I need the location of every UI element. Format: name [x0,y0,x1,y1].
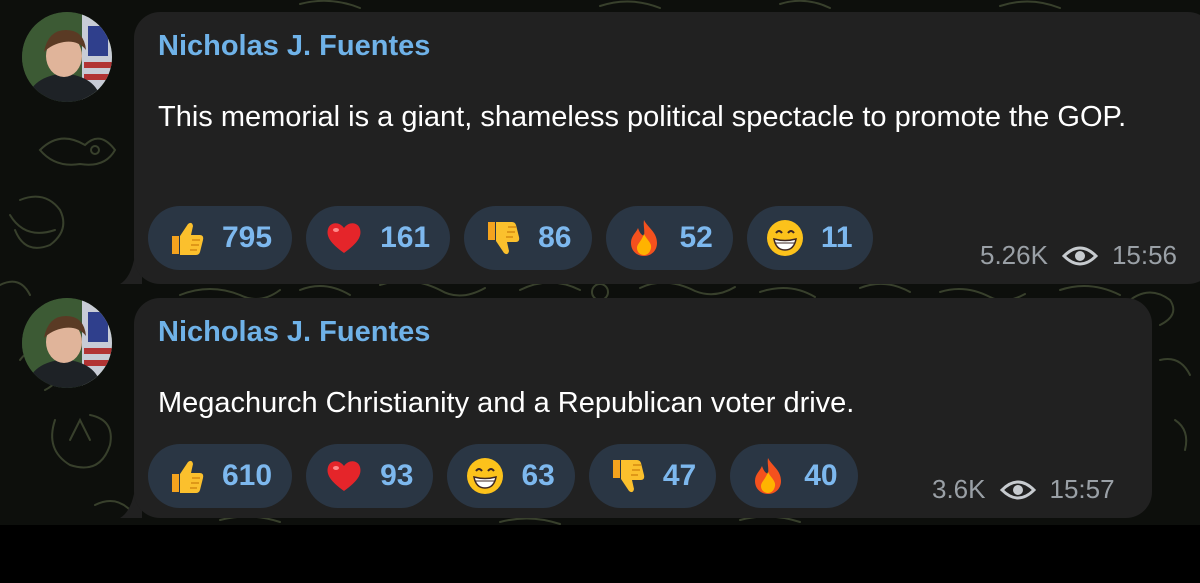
reaction-thumbs-down[interactable]: 47 [588,444,717,508]
reaction-fire[interactable]: 52 [605,206,733,270]
reaction-count: 40 [804,459,838,492]
message-time: 15:57 [1049,474,1115,504]
chat-area[interactable]: Nicholas J. Fuentes This memorial is a g… [0,0,1200,525]
fire-icon [748,456,788,496]
reaction-fire[interactable]: 40 [730,444,858,508]
sender-photo-icon [22,12,112,102]
reaction-count: 52 [679,221,713,254]
sender-name[interactable]: Nicholas J. Fuentes [158,30,430,63]
reactions-bar: 610 93 63 47 40 [148,444,858,508]
reaction-count: 11 [820,221,853,254]
message-bubble[interactable]: Nicholas J. Fuentes This memorial is a g… [134,12,1200,284]
reactions-bar: 795 161 86 52 11 [148,206,873,270]
message-text: Megachurch Christianity and a Republican… [158,387,855,419]
view-count: 3.6K [932,474,986,504]
eye-icon [1061,244,1098,268]
heart-icon [324,218,364,258]
sender-photo-icon [22,298,112,388]
reaction-count: 86 [538,221,572,254]
reaction-count: 93 [380,459,414,492]
sender-avatar[interactable] [22,298,112,388]
message-time: 15:56 [1111,240,1178,270]
grinning-face-icon [465,456,505,496]
reaction-count: 47 [662,459,697,492]
thumbs-down-icon [607,456,647,496]
message-text: This memorial is a giant, shameless poli… [158,101,1127,133]
reaction-heart[interactable]: 93 [306,444,434,508]
eye-icon [999,478,1036,502]
reaction-count: 63 [521,459,555,492]
thumbs-down-icon [482,218,522,258]
reaction-count: 610 [222,459,273,492]
reaction-thumbs-down[interactable]: 86 [464,206,592,270]
reaction-grinning[interactable]: 11 [746,206,873,270]
reaction-thumbs-up[interactable]: 795 [148,206,293,270]
message-bubble[interactable]: Nicholas J. Fuentes Megachurch Christian… [134,298,1152,518]
reaction-heart[interactable]: 161 [306,206,451,270]
reaction-grinning[interactable]: 63 [447,444,575,508]
fire-icon [624,218,664,258]
sender-name[interactable]: Nicholas J. Fuentes [158,316,430,349]
view-count: 5.26K [980,240,1048,270]
message-meta: 3.6K 15:57 [932,474,1115,505]
heart-icon [324,456,364,496]
message-meta: 5.26K 15:56 [980,240,1177,271]
grinning-face-icon [765,218,805,258]
reaction-count: 795 [222,221,273,254]
thumbs-up-icon [166,218,206,258]
reaction-count: 161 [380,221,431,254]
sender-avatar[interactable] [22,12,112,102]
thumbs-up-icon [166,456,206,496]
reaction-thumbs-up[interactable]: 610 [148,444,293,508]
